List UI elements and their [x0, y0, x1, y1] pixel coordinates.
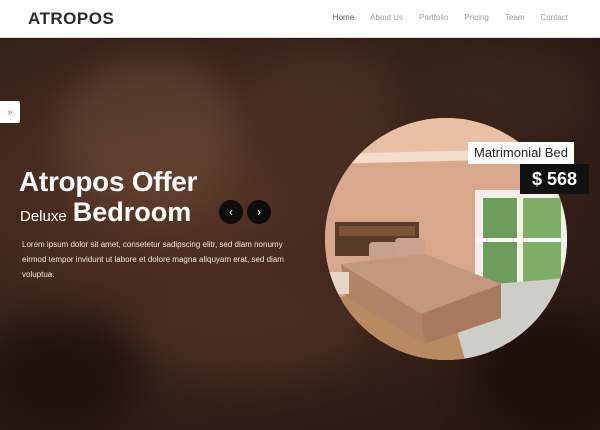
- hero-subtitle: Deluxe Bedroom: [20, 197, 191, 228]
- hero-subtitle-big: Bedroom: [72, 197, 192, 227]
- product-price: $ 568: [520, 164, 589, 194]
- slider-next-button[interactable]: ›: [247, 200, 271, 224]
- chevron-right-icon: ›: [257, 205, 261, 219]
- slider-prev-button[interactable]: ‹: [219, 200, 243, 224]
- site-header: ATROPOS Home About Us Portfolio Pricing …: [0, 0, 600, 38]
- hero-title: Atropos Offer: [19, 166, 198, 197]
- nav-home[interactable]: Home: [333, 13, 354, 22]
- nav-pricing[interactable]: Pricing: [464, 13, 488, 22]
- hero-subtitle-small: Deluxe: [20, 208, 67, 225]
- nav-team[interactable]: Team: [505, 13, 525, 22]
- main-nav: Home About Us Portfolio Pricing Team Con…: [333, 13, 568, 22]
- hero-description: Lorem ipsum dolor sit amet, consetetur s…: [22, 240, 284, 279]
- side-panel-toggle[interactable]: »: [0, 101, 20, 123]
- chevron-left-icon: ‹: [229, 205, 233, 219]
- background-blur: [0, 319, 140, 430]
- nav-portfolio[interactable]: Portfolio: [419, 13, 448, 22]
- product-name-label: Matrimonial Bed: [468, 142, 574, 164]
- logo[interactable]: ATROPOS: [28, 9, 114, 29]
- nav-contact[interactable]: Contact: [540, 13, 568, 22]
- nav-about-us[interactable]: About Us: [370, 13, 403, 22]
- double-chevron-right-icon: »: [7, 106, 13, 118]
